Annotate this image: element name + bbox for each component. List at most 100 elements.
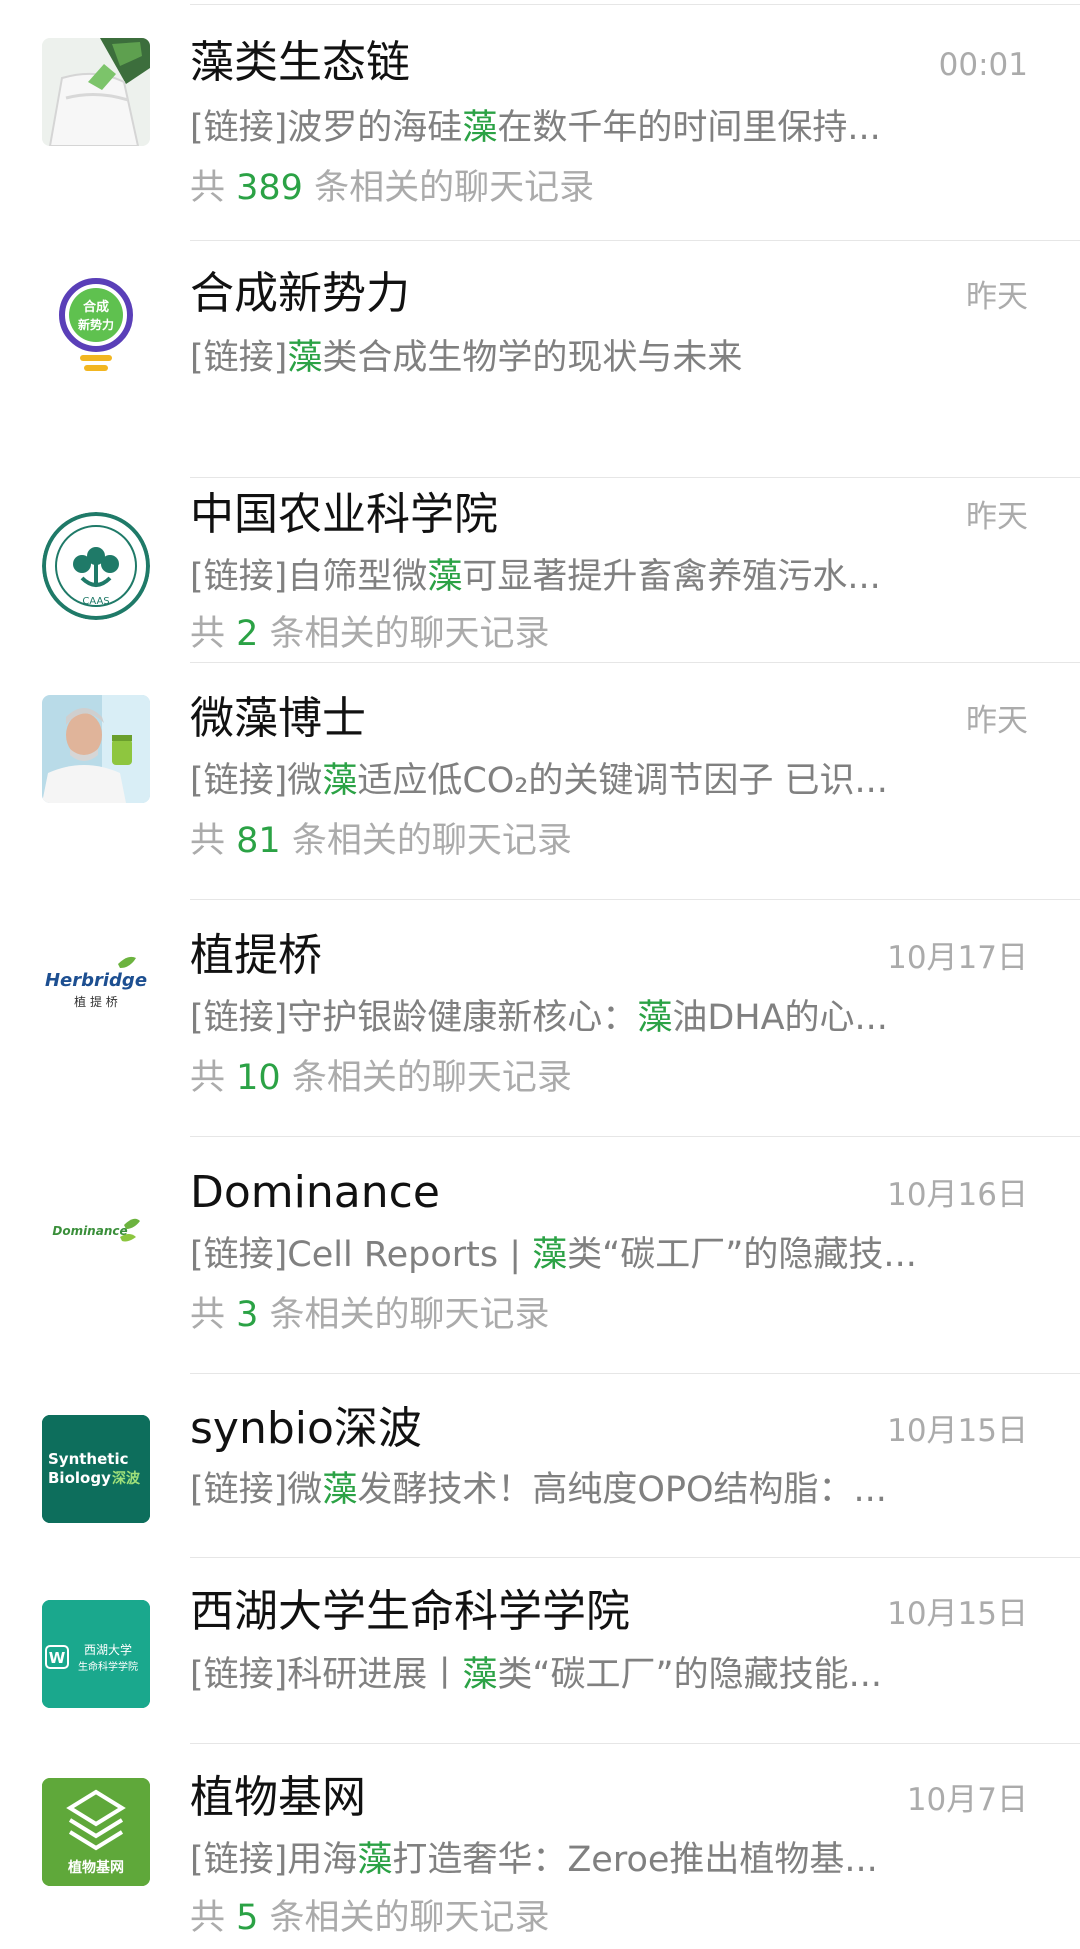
count-prefix: 共 [190,614,237,654]
result-item[interactable]: 植物基网 植物基网 10月7日 [链接]用海藻打造奢华：Zeroe推出植物基..… [0,1744,1080,1949]
bottle-logo-icon [42,38,150,146]
snippet-prefix: [链接]波罗的海硅 [190,108,463,148]
account-name: 植提桥 [190,930,322,981]
account-avatar: W 西湖大学 生命科学学院 [42,1600,150,1708]
result-time: 10月15日 [887,1596,1028,1632]
account-name: 植物基网 [190,1772,366,1823]
related-records-count[interactable]: 共 389 条相关的聊天记录 [190,166,594,210]
account-avatar: Herbridge 植 提 桥 [42,936,150,1044]
avatar-text-line-1: 植物基网 [67,1859,124,1876]
account-name: 合成新势力 [190,268,410,319]
result-item[interactable]: W 西湖大学 生命科学学院 西湖大学生命科学学院 10月15日 [链接]科研进展… [0,1558,1080,1744]
count-prefix: 共 [190,1058,237,1098]
snippet-suffix: 类“碳工厂”的隐藏技... [567,1235,917,1275]
result-item[interactable]: 微藻博士 昨天 [链接]微藻适应低CO₂的关键调节因子 已识... 共 81 条… [0,663,1080,900]
result-snippet: [链接]科研进展丨藻类“碳工厂”的隐藏技能... [190,1653,930,1697]
account-name: Dominance [190,1167,440,1218]
account-avatar: 植物基网 [42,1778,150,1886]
snippet-suffix: 在数千年的时间里保持... [497,108,881,148]
count-suffix: 条相关的聊天记录 [258,1295,550,1335]
lightbulb-logo-icon: 合成 新势力 [59,278,133,371]
account-name: 藻类生态链 [190,37,410,88]
avatar-text-line-1: 合成 [83,299,109,315]
result-item[interactable]: Herbridge 植 提 桥 植提桥 10月17日 [链接]守护银龄健康新核心… [0,900,1080,1137]
synbio-logo-icon: Synthetic Biology 深波 [42,1415,150,1523]
result-item[interactable]: Dominance Dominance 10月16日 [链接]Cell Repo… [0,1137,1080,1374]
herbridge-logo-icon: Herbridge 植 提 桥 [42,936,150,1044]
account-avatar: CAAS [42,512,150,620]
snippet-prefix: [链接]用海 [190,1840,358,1880]
avatar-text-line-1: CAAS [82,596,109,607]
result-snippet: [链接]自筛型微藻可显著提升畜禽养殖污水... [190,555,930,599]
count-prefix: 共 [190,821,237,861]
keyword-highlight: 藻 [322,1470,358,1510]
dominance-logo-icon: Dominance [42,1175,150,1283]
related-records-count[interactable]: 共 3 条相关的聊天记录 [190,1293,550,1337]
count-number: 389 [236,168,303,208]
result-item[interactable]: CAAS 中国农业科学院 昨天 [链接]自筛型微藻可显著提升畜禽养殖污水... … [0,478,1080,663]
account-avatar [42,695,150,803]
keyword-highlight: 藻 [322,761,358,801]
avatar-text-line-2: Biology [48,1469,111,1487]
account-avatar: Dominance [42,1175,150,1283]
scientist-photo-icon [42,695,150,803]
account-name: synbio深波 [190,1403,422,1454]
result-item[interactable]: Synthetic Biology 深波 synbio深波 10月15日 [链接… [0,1374,1080,1558]
related-records-count[interactable]: 共 81 条相关的聊天记录 [190,819,572,863]
result-item[interactable]: 藻类生态链 00:01 [链接]波罗的海硅藻在数千年的时间里保持... 共 38… [0,0,1080,241]
result-snippet: [链接]守护银龄健康新核心：藻油DHA的心... [190,996,930,1040]
keyword-highlight: 藻 [462,108,498,148]
related-records-count[interactable]: 共 2 条相关的聊天记录 [190,612,550,656]
result-item[interactable]: 合成 新势力 合成新势力 昨天 [链接]藻类合成生物学的现状与未来 [0,241,1080,478]
count-suffix: 条相关的聊天记录 [258,614,550,654]
result-snippet: [链接]微藻发酵技术！高纯度OPO结构脂：... [190,1468,930,1512]
snippet-prefix: [链接]科研进展丨 [190,1655,463,1695]
result-time: 昨天 [966,279,1028,315]
count-suffix: 条相关的聊天记录 [258,1898,550,1938]
account-name: 微藻博士 [190,693,366,744]
snippet-prefix: [链接] [190,338,288,378]
svg-text:W: W [49,1649,66,1667]
result-time: 昨天 [966,499,1028,535]
snippet-suffix: 类“碳工厂”的隐藏技能... [497,1655,882,1695]
snippet-prefix: [链接]微 [190,1470,323,1510]
account-name: 中国农业科学院 [190,489,498,540]
account-avatar: 合成 新势力 [42,271,150,379]
result-time: 00:01 [938,47,1028,83]
result-snippet: [链接]藻类合成生物学的现状与未来 [190,336,930,380]
related-records-count[interactable]: 共 5 条相关的聊天记录 [190,1896,550,1940]
count-prefix: 共 [190,1898,237,1938]
snippet-suffix: 油DHA的心... [672,998,888,1038]
count-number: 3 [236,1295,259,1335]
result-time: 10月15日 [887,1413,1028,1449]
snippet-suffix: 可显著提升畜禽养殖污水... [462,557,881,597]
result-time: 10月16日 [887,1177,1028,1213]
snippet-prefix: [链接]守护银龄健康新核心： [190,998,638,1038]
result-snippet: [链接]微藻适应低CO₂的关键调节因子 已识... [190,759,930,803]
westlake-logo-icon: W 西湖大学 生命科学学院 [42,1600,150,1708]
count-number: 10 [236,1058,281,1098]
result-time: 10月17日 [887,940,1028,976]
count-number: 81 [236,821,281,861]
snippet-suffix: 发酵技术！高纯度OPO结构脂：... [357,1470,887,1510]
snippet-prefix: [链接]微 [190,761,323,801]
snippet-prefix: [链接]Cell Reports | [190,1235,533,1275]
count-number: 5 [236,1898,259,1938]
avatar-text-line-1: 西湖大学 [84,1642,132,1657]
related-records-count[interactable]: 共 10 条相关的聊天记录 [190,1056,572,1100]
avatar-text-line-2: 新势力 [78,317,114,332]
keyword-highlight: 藻 [287,338,323,378]
snippet-suffix: 打造奢华：Zeroe推出植物基... [392,1840,878,1880]
caas-seal-icon: CAAS [42,512,150,620]
avatar-text-line-3: 深波 [112,1470,141,1487]
avatar-text-line-2: 植 提 桥 [74,994,118,1009]
plant-base-logo-icon: 植物基网 [42,1778,150,1886]
result-snippet: [链接]Cell Reports | 藻类“碳工厂”的隐藏技... [190,1233,930,1277]
keyword-highlight: 藻 [427,557,463,597]
keyword-highlight: 藻 [532,1235,568,1275]
snippet-suffix: 适应低CO₂的关键调节因子 已识... [357,761,888,801]
result-snippet: [链接]波罗的海硅藻在数千年的时间里保持... [190,106,930,150]
account-avatar [42,38,150,146]
result-snippet: [链接]用海藻打造奢华：Zeroe推出植物基... [190,1838,930,1882]
count-prefix: 共 [190,1295,237,1335]
